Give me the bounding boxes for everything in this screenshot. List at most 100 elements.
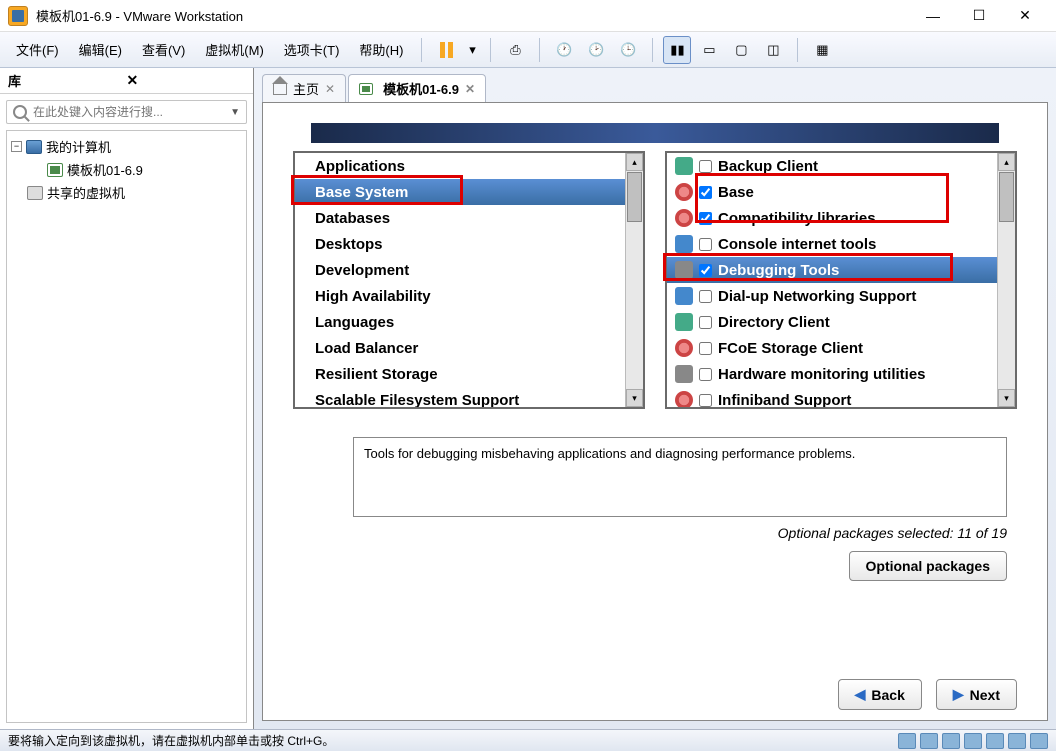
category-scrollbar[interactable]: ▴ ▾ xyxy=(625,153,643,407)
search-dropdown-caret[interactable]: ▼ xyxy=(230,107,240,118)
status-icon[interactable] xyxy=(986,733,1004,749)
next-button[interactable]: ▶Next xyxy=(936,679,1017,710)
status-icon[interactable] xyxy=(1030,733,1048,749)
category-row[interactable]: Development xyxy=(295,257,625,283)
menu-view[interactable]: 查看(V) xyxy=(134,36,193,63)
menu-help[interactable]: 帮助(H) xyxy=(351,36,411,63)
arrow-right-icon: ▶ xyxy=(953,686,964,703)
computer-icon xyxy=(26,140,42,154)
status-icon[interactable] xyxy=(898,733,916,749)
back-label: Back xyxy=(871,687,904,703)
scroll-thumb[interactable] xyxy=(999,172,1014,222)
view3-button[interactable]: ▢ xyxy=(727,36,755,64)
category-list: ApplicationsBase SystemDatabasesDesktops… xyxy=(293,151,645,409)
menubar: 文件(F) 编辑(E) 查看(V) 虚拟机(M) 选项卡(T) 帮助(H) ▾ … xyxy=(0,32,1056,68)
menu-tabs[interactable]: 选项卡(T) xyxy=(276,36,348,63)
db-icon xyxy=(675,313,693,331)
view1-button[interactable]: ▮▮ xyxy=(663,36,691,64)
category-row[interactable]: Load Balancer xyxy=(295,335,625,361)
tab-vm[interactable]: 模板机01-6.9 ✕ xyxy=(348,74,486,102)
package-scrollbar[interactable]: ▴ ▾ xyxy=(997,153,1015,407)
package-label: Infiniband Support xyxy=(718,392,851,408)
package-checkbox[interactable] xyxy=(699,264,712,277)
scroll-up-button[interactable]: ▴ xyxy=(998,153,1015,171)
package-checkbox[interactable] xyxy=(699,160,712,173)
package-checkbox[interactable] xyxy=(699,368,712,381)
category-row[interactable]: Desktops xyxy=(295,231,625,257)
package-row[interactable]: Debugging Tools xyxy=(667,257,997,283)
clock-icon[interactable]: 🕐 xyxy=(550,36,578,64)
tree-toggle[interactable]: − xyxy=(11,141,22,152)
package-checkbox[interactable] xyxy=(699,238,712,251)
menu-edit[interactable]: 编辑(E) xyxy=(71,36,130,63)
package-label: Base xyxy=(718,184,754,201)
category-row[interactable]: Applications xyxy=(295,153,625,179)
status-icon[interactable] xyxy=(964,733,982,749)
view5-button[interactable]: ▦ xyxy=(808,36,836,64)
category-row[interactable]: Base System xyxy=(295,179,625,205)
network-icon xyxy=(27,186,43,200)
package-row[interactable]: Infiniband Support xyxy=(667,387,997,407)
titlebar-text: 模板机01-6.9 - VMware Workstation xyxy=(36,6,910,25)
tab-home[interactable]: 主页 ✕ xyxy=(262,74,346,102)
package-label: Dial-up Networking Support xyxy=(718,288,916,305)
tab-home-close[interactable]: ✕ xyxy=(325,82,335,96)
maximize-button[interactable]: ☐ xyxy=(956,2,1002,30)
package-checkbox[interactable] xyxy=(699,394,712,407)
package-label: Directory Client xyxy=(718,314,830,331)
package-row[interactable]: FCoE Storage Client xyxy=(667,335,997,361)
scroll-thumb[interactable] xyxy=(627,172,642,222)
package-row[interactable]: Compatibility libraries xyxy=(667,205,997,231)
vm-screen[interactable]: ApplicationsBase SystemDatabasesDesktops… xyxy=(262,102,1048,721)
tree-vm-row[interactable]: 模板机01-6.9 xyxy=(11,158,242,181)
clock3-icon[interactable]: 🕒 xyxy=(614,36,642,64)
tree-vm-label: 模板机01-6.9 xyxy=(67,160,143,179)
category-row[interactable]: Databases xyxy=(295,205,625,231)
status-icon[interactable] xyxy=(920,733,938,749)
menu-file[interactable]: 文件(F) xyxy=(8,36,67,63)
package-checkbox[interactable] xyxy=(699,316,712,329)
package-row[interactable]: Console internet tools xyxy=(667,231,997,257)
tools-icon xyxy=(675,261,693,279)
search-box[interactable]: ▼ xyxy=(6,100,247,124)
back-button[interactable]: ◀Back xyxy=(838,679,922,710)
clock2-icon[interactable]: 🕑 xyxy=(582,36,610,64)
category-row[interactable]: Scalable Filesystem Support xyxy=(295,387,625,407)
minimize-button[interactable]: — xyxy=(910,2,956,30)
optional-packages-button[interactable]: Optional packages xyxy=(849,551,1007,581)
snapshot-button[interactable]: ⎙ xyxy=(501,36,529,64)
package-checkbox[interactable] xyxy=(699,290,712,303)
search-input[interactable] xyxy=(33,105,230,119)
package-checkbox[interactable] xyxy=(699,186,712,199)
toolbar-dropdown[interactable]: ▾ xyxy=(464,36,480,64)
sidebar-close-button[interactable]: ✕ xyxy=(127,72,246,89)
status-icon[interactable] xyxy=(942,733,960,749)
pause-button[interactable] xyxy=(432,36,460,64)
tab-vm-close[interactable]: ✕ xyxy=(465,82,475,96)
package-row[interactable]: Backup Client xyxy=(667,153,997,179)
scroll-down-button[interactable]: ▾ xyxy=(626,389,643,407)
view2-button[interactable]: ▭ xyxy=(695,36,723,64)
scroll-up-button[interactable]: ▴ xyxy=(626,153,643,171)
menu-vm[interactable]: 虚拟机(M) xyxy=(197,36,272,63)
sidebar-header: 库 ✕ xyxy=(0,68,253,94)
category-row[interactable]: Resilient Storage xyxy=(295,361,625,387)
package-checkbox[interactable] xyxy=(699,342,712,355)
view4-button[interactable]: ◫ xyxy=(759,36,787,64)
vm-top-banner xyxy=(311,123,999,143)
statusbar-text: 要将输入定向到该虚拟机，请在虚拟机内部单击或按 Ctrl+G。 xyxy=(8,732,898,749)
package-row[interactable]: Dial-up Networking Support xyxy=(667,283,997,309)
package-checkbox[interactable] xyxy=(699,212,712,225)
status-icons xyxy=(898,733,1048,749)
close-button[interactable]: ✕ xyxy=(1002,2,1048,30)
package-row[interactable]: Directory Client xyxy=(667,309,997,335)
tree-shared-row[interactable]: 共享的虚拟机 xyxy=(11,181,242,204)
scroll-down-button[interactable]: ▾ xyxy=(998,389,1015,407)
package-row[interactable]: Hardware monitoring utilities xyxy=(667,361,997,387)
package-label: Hardware monitoring utilities xyxy=(718,366,926,383)
category-row[interactable]: Languages xyxy=(295,309,625,335)
category-row[interactable]: High Availability xyxy=(295,283,625,309)
package-row[interactable]: Base xyxy=(667,179,997,205)
status-icon[interactable] xyxy=(1008,733,1026,749)
tree-root-row[interactable]: − 我的计算机 xyxy=(11,135,242,158)
